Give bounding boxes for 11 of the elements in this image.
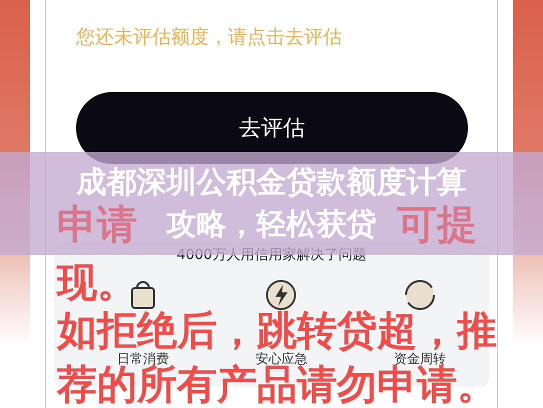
hint-text: 您还未评估额度，请点击去评估 — [76, 26, 343, 48]
banner-title: 攻略，轻松获贷 — [166, 206, 376, 244]
banner-title: 成都深圳公积金贷款额度计算 — [76, 164, 466, 202]
annotation-text: 申请 — [57, 205, 137, 245]
annotation-text: 现。 — [57, 263, 137, 303]
caption-text: 4000万人用信用家解决了问题 — [176, 247, 368, 263]
annotation-text: 荐的所有产品请勿申请。 — [57, 365, 497, 405]
cycle-icon[interactable] — [404, 280, 435, 310]
bolt-icon[interactable] — [266, 280, 296, 310]
annotation-text: 如拒绝后，跳转贷超，推 — [57, 311, 497, 351]
annotation-text: 可提 — [397, 205, 477, 245]
